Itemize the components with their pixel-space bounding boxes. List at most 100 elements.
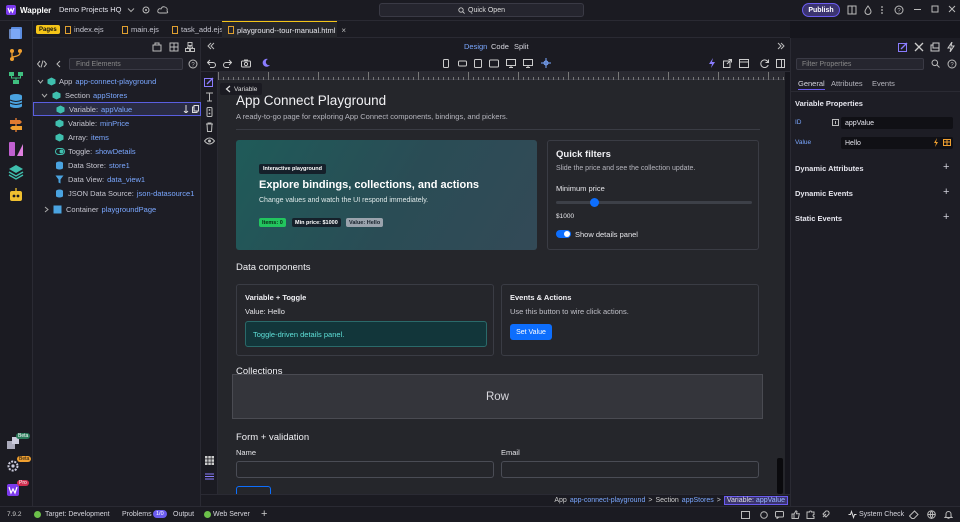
panel-icon[interactable] (741, 511, 750, 519)
toggle-panel-icon[interactable] (776, 59, 785, 68)
id-input[interactable]: appValue (841, 117, 953, 129)
database-icon[interactable] (8, 93, 24, 109)
lightning-icon[interactable] (947, 42, 955, 52)
layers-icon[interactable] (8, 164, 24, 180)
email-input[interactable] (501, 461, 759, 478)
undo-icon[interactable] (207, 59, 216, 68)
slider-thumb[interactable] (589, 198, 599, 207)
git-icon[interactable] (8, 48, 24, 62)
assets-icon[interactable] (930, 42, 940, 52)
extensions-puzzle-icon[interactable] (806, 510, 815, 519)
large-desktop-icon[interactable] (523, 59, 533, 68)
set-value-button[interactable]: Set Value (510, 324, 552, 340)
camera-icon[interactable] (241, 59, 251, 68)
name-input[interactable] (236, 461, 494, 478)
cloud-sync-icon[interactable] (157, 5, 169, 15)
code-toggle-icon[interactable] (37, 60, 47, 68)
crumb-app[interactable]: app-connect-playground (570, 497, 646, 504)
responsive-crosshair-icon[interactable] (541, 58, 551, 68)
tree-item-data-view[interactable]: Data View: data_view1 (55, 172, 145, 186)
minimize-icon[interactable] (914, 9, 921, 10)
tools-icon[interactable] (914, 42, 924, 52)
tree-item-array[interactable]: Array: items (55, 130, 109, 144)
browser-preview-icon[interactable] (739, 59, 749, 68)
help-icon[interactable]: ? (188, 59, 198, 69)
open-external-icon[interactable] (723, 59, 732, 68)
move-icon[interactable] (183, 105, 189, 113)
canvas-scrollbar[interactable] (777, 458, 783, 494)
static-events-header[interactable]: Static Events (795, 214, 842, 223)
eye-icon[interactable] (204, 137, 215, 145)
tree-item-json-source[interactable]: JSON Data Source: json-datasource1 (55, 186, 194, 200)
tab-task-add[interactable]: task_add.ejs (167, 21, 225, 38)
filter-properties-input[interactable]: Filter Properties (796, 58, 924, 70)
tree-item-container[interactable]: Container playgroundPage (43, 202, 156, 216)
gear-icon[interactable] (141, 5, 151, 15)
globe-icon[interactable] (927, 510, 936, 519)
collapse-left-icon[interactable] (207, 42, 215, 50)
submit-button[interactable] (236, 486, 271, 494)
row-placeholder[interactable]: Row (232, 374, 763, 419)
eraser-icon[interactable] (909, 510, 919, 519)
problems-button[interactable]: Problems (122, 511, 152, 518)
min-price-slider[interactable] (556, 198, 752, 207)
ai-assistant-icon[interactable] (8, 188, 24, 204)
dynamic-data-icon[interactable] (933, 138, 939, 147)
code-mode-tab[interactable]: Code (491, 42, 509, 51)
refresh-icon[interactable] (760, 59, 769, 68)
tree-item-variable-appvalue[interactable]: Variable: appValue (33, 102, 201, 116)
tab-general[interactable]: General (798, 79, 825, 90)
tab-index[interactable]: index.ejs (60, 21, 117, 38)
grid-icon[interactable] (205, 456, 214, 465)
show-details-toggle[interactable] (556, 230, 571, 238)
tab-main[interactable]: main.ejs (117, 21, 167, 38)
help-icon[interactable]: ? (894, 5, 904, 15)
component-icon[interactable] (152, 42, 162, 52)
tree-item-variable-minprice[interactable]: Variable: minPrice (55, 116, 129, 130)
tab-events[interactable]: Events (872, 79, 895, 88)
dynamic-attributes-header[interactable]: Dynamic Attributes (795, 164, 864, 173)
design-mode-tab[interactable]: Design (464, 42, 487, 51)
find-elements-input[interactable]: Find Elements (69, 58, 183, 70)
collapse-right-icon[interactable] (777, 42, 785, 50)
trash-icon[interactable] (205, 122, 214, 132)
add-dynamic-attribute-icon[interactable]: + (943, 161, 949, 173)
help-icon[interactable]: ? (947, 59, 957, 69)
mobile-portrait-icon[interactable] (443, 59, 449, 68)
edit-style-icon[interactable] (898, 42, 908, 52)
tree-item-section[interactable]: Section appStores (41, 88, 197, 102)
workflow-icon[interactable] (8, 71, 24, 85)
menu-lines-icon[interactable] (205, 472, 214, 481)
data-picker-icon[interactable] (943, 139, 951, 146)
dynamic-events-header[interactable]: Dynamic Events (795, 189, 853, 198)
search-icon[interactable] (931, 59, 940, 68)
tree-item-app[interactable]: App app-connect-playground (37, 74, 197, 88)
tab-playground[interactable]: playground--tour-manual.html × (222, 21, 346, 38)
traffic-light-icon[interactable] (205, 107, 214, 117)
routing-icon[interactable] (8, 117, 24, 133)
flash-icon[interactable] (708, 58, 716, 68)
pages-panel-icon[interactable] (8, 26, 24, 40)
quick-open-button[interactable]: Quick Open (379, 3, 584, 17)
add-dynamic-event-icon[interactable]: + (943, 186, 949, 198)
split-mode-tab[interactable]: Split (514, 42, 529, 51)
tablet-landscape-icon[interactable] (489, 59, 499, 68)
like-icon[interactable] (791, 510, 800, 519)
dark-mode-icon[interactable] (261, 58, 271, 68)
web-server-button[interactable]: Web Server (213, 511, 250, 518)
more-vertical-icon[interactable] (880, 5, 884, 15)
tree-item-data-store[interactable]: Data Store: store1 (55, 158, 130, 172)
record-icon[interactable] (760, 511, 768, 519)
tab-attributes[interactable]: Attributes (831, 79, 863, 88)
pages-badge[interactable]: Pages (36, 25, 60, 34)
project-selector[interactable]: Demo Projects HQ (59, 5, 135, 14)
redo-icon[interactable] (223, 59, 232, 68)
maximize-icon[interactable] (931, 5, 939, 13)
system-check-button[interactable]: System Check (859, 511, 904, 518)
tablet-icon[interactable] (474, 59, 482, 68)
add-terminal-icon[interactable]: + (261, 508, 267, 520)
desktop-icon[interactable] (506, 59, 516, 68)
layout-icon[interactable] (847, 5, 857, 15)
rocket-icon[interactable] (821, 510, 830, 519)
target-selector[interactable]: Target: Development (45, 511, 110, 518)
